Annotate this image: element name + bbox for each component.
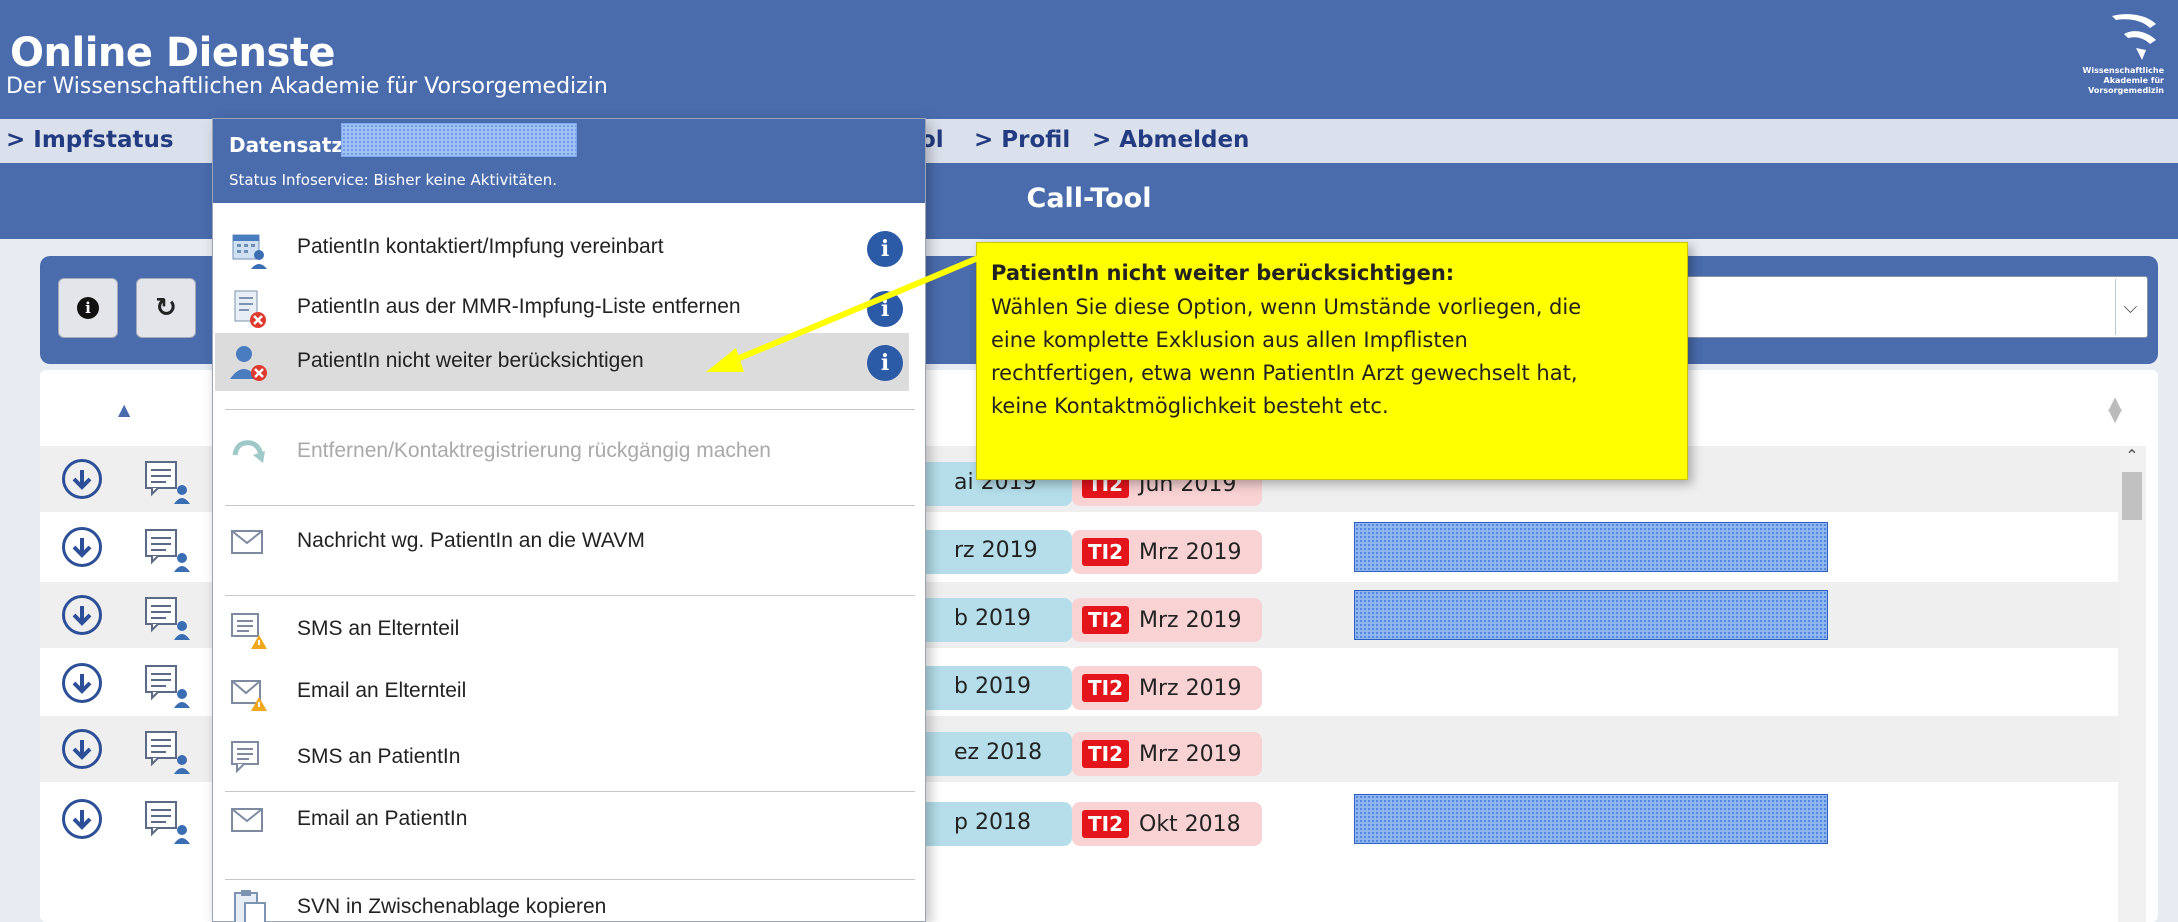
ti-badge: TI2 Mrz 2019 [1072, 666, 1262, 710]
redacted-field [1354, 522, 1828, 572]
ti-badge: TI2 Okt 2018 [1072, 802, 1262, 846]
menu-separator [225, 595, 915, 596]
menu-separator [225, 505, 915, 506]
ti-tag: TI2 [1082, 606, 1129, 634]
date-badge: ez 2018 [920, 732, 1072, 776]
redacted-field [1354, 590, 1828, 640]
email-icon [229, 801, 269, 841]
row-action-menu: Datensatz Status Infoservice: Bisher kei… [212, 118, 926, 922]
menu-separator [225, 409, 915, 410]
clipboard-icon [229, 889, 269, 922]
scroll-thumb[interactable] [2122, 472, 2142, 520]
email-warning-icon [229, 673, 269, 713]
redacted-field [1354, 794, 1828, 844]
sms-warning-icon [229, 611, 269, 651]
menu-item-5[interactable]: Nachricht wg. PatientIn an die WAVM [215, 513, 909, 571]
app-subtitle: Der Wissenschaftlichen Akademie für Vors… [6, 74, 608, 99]
menu-item-7[interactable]: Email an Elternteil [215, 663, 909, 721]
menu-item-label: SMS an Elternteil [297, 617, 460, 640]
message-user-icon[interactable] [144, 798, 190, 848]
menu-item-9[interactable]: Email an PatientIn [215, 791, 909, 849]
ti-date: Mrz 2019 [1139, 742, 1242, 767]
refresh-button[interactable]: ↻ [136, 278, 196, 338]
app-title: Online Dienste [10, 30, 336, 76]
app-header: Online Dienste Der Wissenschaftlichen Ak… [0, 0, 2178, 119]
menu-item-3[interactable]: PatientIn nicht weiter berücksichtigen i [215, 333, 909, 391]
ti-badge: TI2 Mrz 2019 [1072, 530, 1262, 574]
menu-item-2[interactable]: PatientIn aus der MMR-Impfung-Liste entf… [215, 279, 909, 337]
menu-separator [225, 791, 915, 792]
ti-tag: TI2 [1082, 810, 1129, 838]
menu-separator [225, 879, 915, 880]
menu-item-label: PatientIn aus der MMR-Impfung-Liste entf… [297, 295, 741, 318]
help-tooltip: PatientIn nicht weiter berücksichtigen: … [976, 242, 1688, 480]
menu-item-label: PatientIn nicht weiter berücksichtigen [297, 349, 644, 372]
message-user-icon[interactable] [144, 458, 190, 508]
wavm-logo[interactable]: Wissenschaftliche Akademie für Vorsorgem… [2072, 8, 2168, 116]
redacted-record-id [341, 123, 577, 157]
date-badge: b 2019 [920, 598, 1072, 642]
chevron-down-icon[interactable]: ⌵ [2115, 279, 2145, 335]
date-badge: b 2019 [920, 666, 1072, 710]
undo-icon [229, 433, 269, 473]
menu-item-label: Email an PatientIn [297, 807, 468, 830]
tooltip-title: PatientIn nicht weiter berücksichtigen: [991, 261, 1455, 285]
ti-tag: TI2 [1082, 538, 1129, 566]
download-icon[interactable] [62, 663, 102, 703]
ti-date: Mrz 2019 [1139, 676, 1242, 701]
menu-item-label: Entfernen/Kontaktregistrierung rückgängi… [297, 439, 771, 462]
menu-item-label: SMS an PatientIn [297, 745, 461, 768]
sort-icon[interactable]: ▲ ▼ [2108, 395, 2122, 425]
menu-item-1[interactable]: PatientIn kontaktiert/Impfung vereinbart… [215, 219, 909, 277]
message-user-icon[interactable] [144, 594, 190, 644]
ti-tag: TI2 [1082, 674, 1129, 702]
menu-item-label: Email an Elternteil [297, 679, 467, 702]
sms-icon [229, 739, 269, 779]
ti-date: Mrz 2019 [1139, 608, 1242, 633]
user-remove-icon [229, 343, 269, 383]
calendar-user-icon [229, 229, 269, 269]
menu-title: Datensatz [229, 133, 344, 157]
list-remove-icon [229, 289, 269, 329]
table-scrollbar[interactable]: ⌃ [2118, 446, 2146, 922]
download-icon[interactable] [62, 459, 102, 499]
nav-impfstatus[interactable]: > Impfstatus [6, 127, 174, 153]
refresh-icon: ↻ [155, 293, 177, 323]
download-icon[interactable] [62, 799, 102, 839]
message-user-icon[interactable] [144, 662, 190, 712]
menu-header: Datensatz Status Infoservice: Bisher kei… [213, 119, 925, 203]
nav-abmelden[interactable]: > Abmelden [1092, 127, 1249, 153]
menu-item-label: SVN in Zwischenablage kopieren [297, 895, 607, 918]
envelope-icon [229, 523, 269, 563]
menu-status: Status Infoservice: Bisher keine Aktivit… [229, 171, 558, 189]
ti-date: Mrz 2019 [1139, 540, 1242, 565]
ti-date: Okt 2018 [1139, 812, 1241, 837]
tooltip-body: Wählen Sie diese Option, wenn Umstände v… [991, 295, 1582, 418]
info-icon[interactable]: i [867, 291, 903, 327]
download-icon[interactable] [62, 729, 102, 769]
scroll-up-icon[interactable]: ⌃ [2118, 446, 2146, 472]
info-icon[interactable]: i [867, 345, 903, 381]
info-icon[interactable]: i [867, 231, 903, 267]
message-user-icon[interactable] [144, 526, 190, 576]
menu-item-4: Entfernen/Kontaktregistrierung rückgängi… [215, 423, 909, 481]
date-badge: p 2018 [920, 802, 1072, 846]
date-badge: rz 2019 [920, 530, 1072, 574]
menu-item-label: PatientIn kontaktiert/Impfung vereinbart [297, 235, 664, 258]
download-icon[interactable] [62, 595, 102, 635]
menu-item-10[interactable]: SVN in Zwischenablage kopieren [215, 879, 909, 922]
ti-badge: TI2 Mrz 2019 [1072, 732, 1262, 776]
sort-asc-icon[interactable]: ▲ [118, 400, 130, 419]
ti-tag: TI2 [1082, 740, 1129, 768]
nav-profil[interactable]: > Profil [974, 127, 1070, 153]
info-button[interactable]: i [58, 278, 118, 338]
download-icon[interactable] [62, 527, 102, 567]
menu-item-8[interactable]: SMS an PatientIn [215, 729, 909, 787]
menu-item-label: Nachricht wg. PatientIn an die WAVM [297, 529, 645, 552]
info-icon: i [77, 297, 99, 319]
message-user-icon[interactable] [144, 728, 190, 778]
ti-badge: TI2 Mrz 2019 [1072, 598, 1262, 642]
menu-item-6[interactable]: SMS an Elternteil [215, 601, 909, 659]
